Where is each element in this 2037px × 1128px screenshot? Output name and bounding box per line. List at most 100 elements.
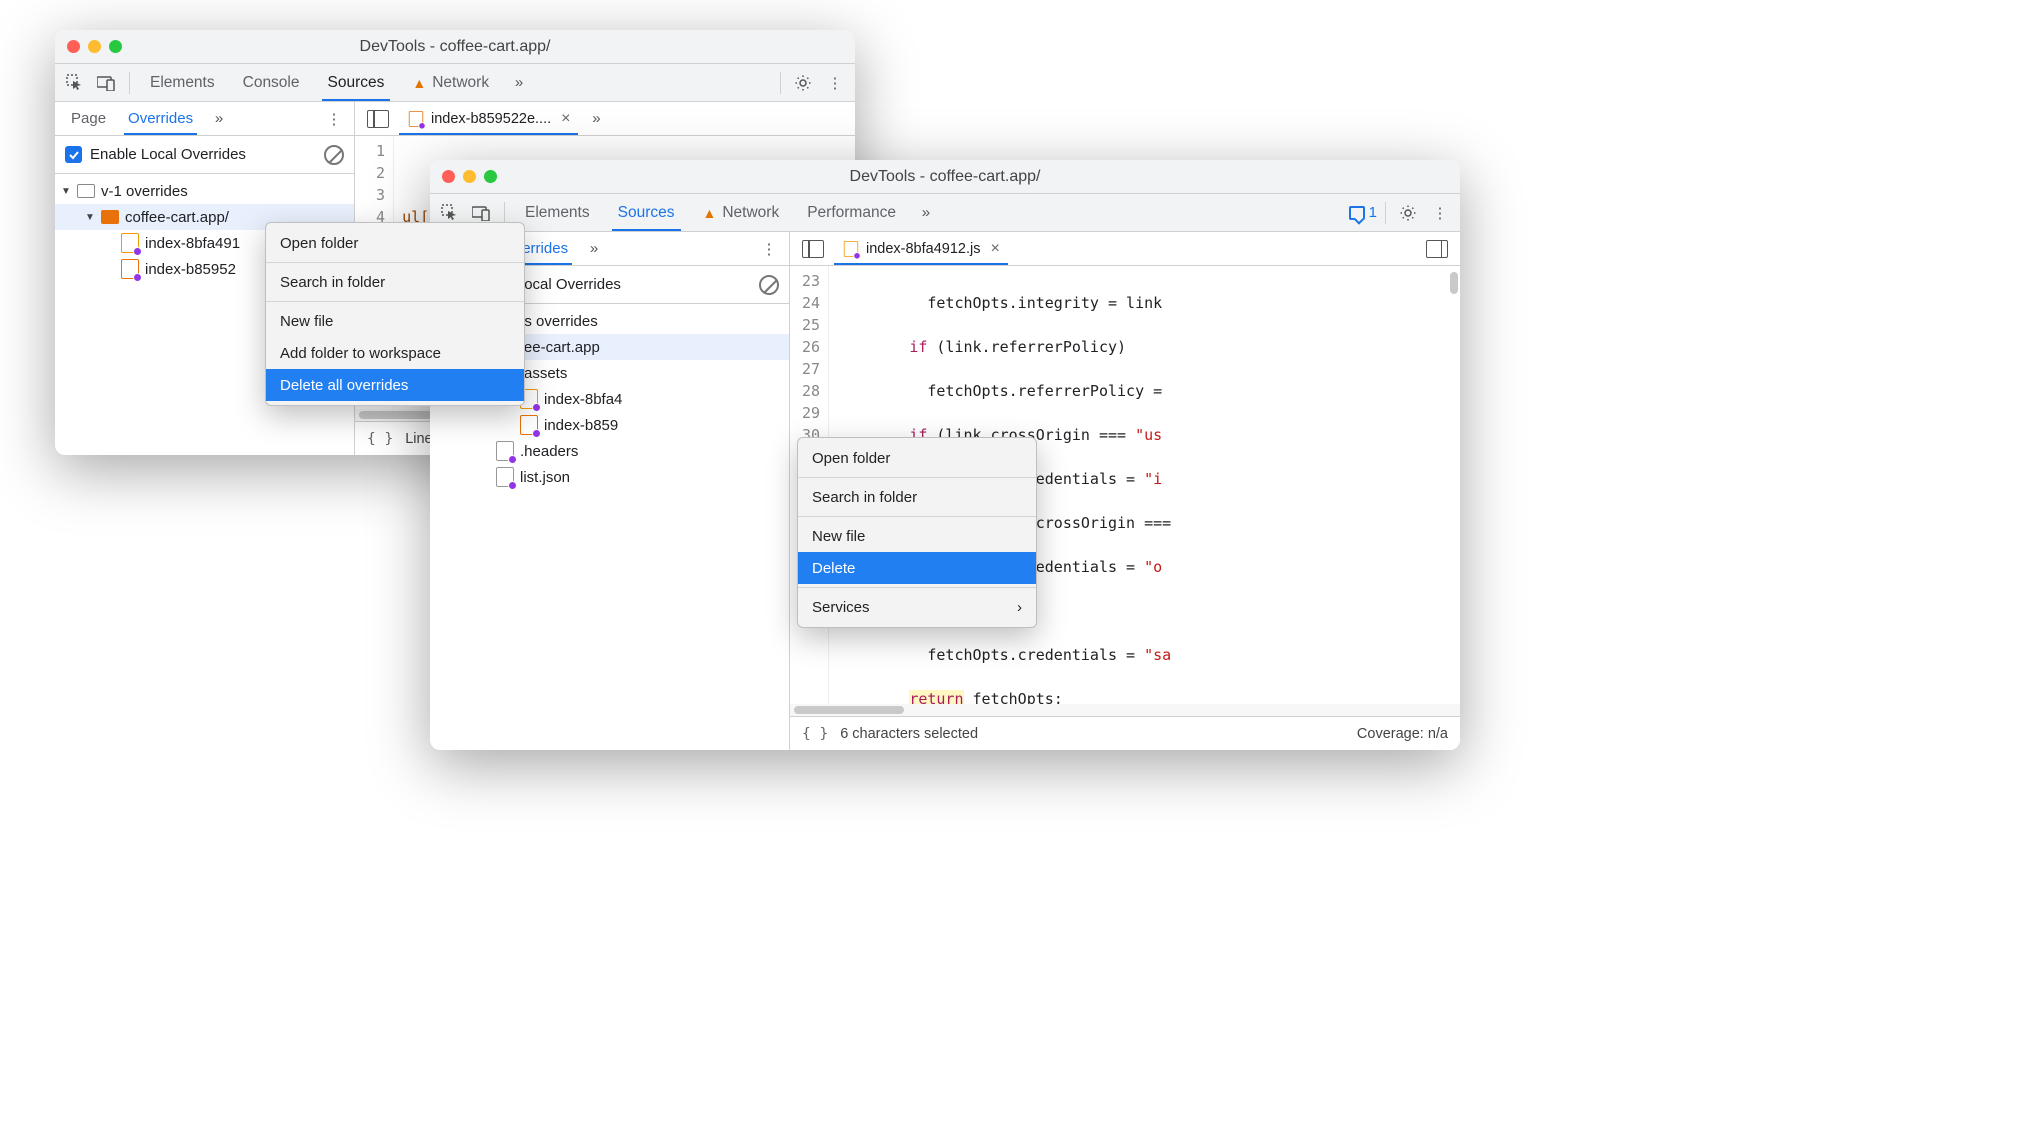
menu-search-in-folder[interactable]: Search in folder xyxy=(798,481,1036,513)
menu-new-file[interactable]: New file xyxy=(798,520,1036,552)
disclosure-triangle-icon[interactable]: ▼ xyxy=(85,212,95,223)
subtab-page[interactable]: Page xyxy=(61,102,116,135)
subtab-overrides[interactable]: Overrides xyxy=(118,102,203,135)
clear-icon[interactable] xyxy=(324,145,344,165)
tree-label: .headers xyxy=(520,443,578,460)
menu-open-folder[interactable]: Open folder xyxy=(266,227,524,259)
tab-network[interactable]: ▲ Network xyxy=(400,64,501,101)
navigator-tabs: Page Overrides » ⋮ xyxy=(55,102,354,136)
kebab-menu-icon[interactable]: ⋮ xyxy=(821,69,849,97)
chevron-right-icon: › xyxy=(1017,599,1022,616)
tab-sources[interactable]: Sources xyxy=(316,64,397,101)
toggle-navigator-icon[interactable] xyxy=(367,110,389,128)
enable-overrides-checkbox[interactable] xyxy=(65,146,82,163)
menu-separator xyxy=(798,516,1036,517)
devtools-window-2: DevTools - coffee-cart.app/ Elements Sou… xyxy=(430,160,1460,750)
editor-tab-label: index-b859522e.... xyxy=(431,111,551,127)
horizontal-scrollbar[interactable] xyxy=(790,704,1460,716)
warning-icon: ▲ xyxy=(412,75,426,91)
js-file-icon xyxy=(844,241,858,257)
tab-console[interactable]: Console xyxy=(231,64,312,101)
folder-icon xyxy=(101,210,119,224)
coverage-status: Coverage: n/a xyxy=(1357,726,1448,742)
context-menu: Open folder Search in folder New file Ad… xyxy=(265,222,525,406)
tree-label: index-8bfa491 xyxy=(145,235,240,252)
toggle-debugger-icon[interactable] xyxy=(1426,240,1448,258)
menu-delete-all-overrides[interactable]: Delete all overrides xyxy=(266,369,524,401)
menu-search-in-folder[interactable]: Search in folder xyxy=(266,266,524,298)
more-tabs-icon[interactable]: » xyxy=(912,199,940,227)
tree-label: index-b859 xyxy=(544,417,618,434)
warning-icon: ▲ xyxy=(703,205,717,221)
selection-status: 6 characters selected xyxy=(840,726,978,742)
tree-file[interactable]: .headers xyxy=(430,438,789,464)
separator xyxy=(1385,202,1386,224)
tab-sources[interactable]: Sources xyxy=(606,194,687,231)
more-subtabs-icon[interactable]: » xyxy=(205,105,233,133)
menu-new-file[interactable]: New file xyxy=(266,305,524,337)
messages-badge[interactable]: 1 xyxy=(1349,204,1377,221)
editor-tabs: index-8bfa4912.js × xyxy=(790,232,1460,266)
editor-tab-label: index-8bfa4912.js xyxy=(866,241,980,257)
tab-label: Network xyxy=(722,204,779,222)
css-file-icon xyxy=(121,259,139,279)
menu-separator xyxy=(266,301,524,302)
tree-label: coffee-cart.app/ xyxy=(125,209,229,226)
more-subtabs-icon[interactable]: » xyxy=(580,235,608,263)
enable-overrides-row: Enable Local Overrides xyxy=(55,136,354,174)
menu-delete[interactable]: Delete xyxy=(798,552,1036,584)
scrollbar-thumb[interactable] xyxy=(1450,272,1458,294)
status-bar: { } 6 characters selected Coverage: n/a xyxy=(790,716,1460,750)
js-file-icon xyxy=(121,233,139,253)
titlebar[interactable]: DevTools - coffee-cart.app/ xyxy=(55,30,855,64)
context-menu: Open folder Search in folder New file De… xyxy=(797,437,1037,628)
toggle-navigator-icon[interactable] xyxy=(802,240,824,258)
folder-icon xyxy=(77,184,95,198)
tree-label: v-1 overrides xyxy=(101,183,188,200)
more-editor-tabs-icon[interactable]: » xyxy=(582,105,610,133)
menu-separator xyxy=(798,477,1036,478)
css-file-icon xyxy=(520,415,538,435)
settings-gear-icon[interactable] xyxy=(1394,199,1422,227)
tab-elements[interactable]: Elements xyxy=(513,194,602,231)
menu-add-folder[interactable]: Add folder to workspace xyxy=(266,337,524,369)
close-tab-icon[interactable]: × xyxy=(990,240,999,258)
separator xyxy=(780,72,781,94)
tab-elements[interactable]: Elements xyxy=(138,64,227,101)
tab-performance[interactable]: Performance xyxy=(795,194,908,231)
window-title: DevTools - coffee-cart.app/ xyxy=(430,168,1460,186)
pretty-print-icon[interactable]: { } xyxy=(367,431,393,447)
editor-tab[interactable]: index-b859522e.... × xyxy=(397,102,580,135)
tab-label: Network xyxy=(432,74,489,92)
disclosure-triangle-icon[interactable]: ▼ xyxy=(61,186,71,197)
more-tabs-icon[interactable]: » xyxy=(505,69,533,97)
main-toolbar: Elements Console Sources ▲ Network » ⋮ xyxy=(55,64,855,102)
clear-icon[interactable] xyxy=(759,275,779,295)
kebab-menu-icon[interactable]: ⋮ xyxy=(755,235,783,263)
kebab-menu-icon[interactable]: ⋮ xyxy=(320,105,348,133)
tree-label: index-b85952 xyxy=(145,261,236,278)
menu-open-folder[interactable]: Open folder xyxy=(798,442,1036,474)
menu-services[interactable]: Services › xyxy=(798,591,1036,623)
tab-network[interactable]: ▲ Network xyxy=(691,194,792,231)
tree-root[interactable]: ▼ v-1 overrides xyxy=(55,178,354,204)
kebab-menu-icon[interactable]: ⋮ xyxy=(1426,199,1454,227)
pretty-print-icon[interactable]: { } xyxy=(802,726,828,742)
inspect-icon[interactable] xyxy=(61,69,89,97)
window-title: DevTools - coffee-cart.app/ xyxy=(55,38,855,56)
enable-overrides-label: Enable Local Overrides xyxy=(90,146,246,163)
device-toolbar-icon[interactable] xyxy=(93,69,121,97)
editor-tabs: index-b859522e.... × » xyxy=(355,102,855,136)
tree-file[interactable]: list.json xyxy=(430,464,789,490)
settings-gear-icon[interactable] xyxy=(789,69,817,97)
editor-tab[interactable]: index-8bfa4912.js × xyxy=(832,232,1010,265)
close-tab-icon[interactable]: × xyxy=(561,110,570,128)
messages-count: 1 xyxy=(1369,204,1377,221)
tree-file[interactable]: index-b859 xyxy=(430,412,789,438)
titlebar[interactable]: DevTools - coffee-cart.app/ xyxy=(430,160,1460,194)
separator xyxy=(504,202,505,224)
file-icon xyxy=(496,467,514,487)
main-toolbar: Elements Sources ▲ Network Performance »… xyxy=(430,194,1460,232)
chat-icon xyxy=(1349,206,1365,220)
menu-separator xyxy=(266,262,524,263)
